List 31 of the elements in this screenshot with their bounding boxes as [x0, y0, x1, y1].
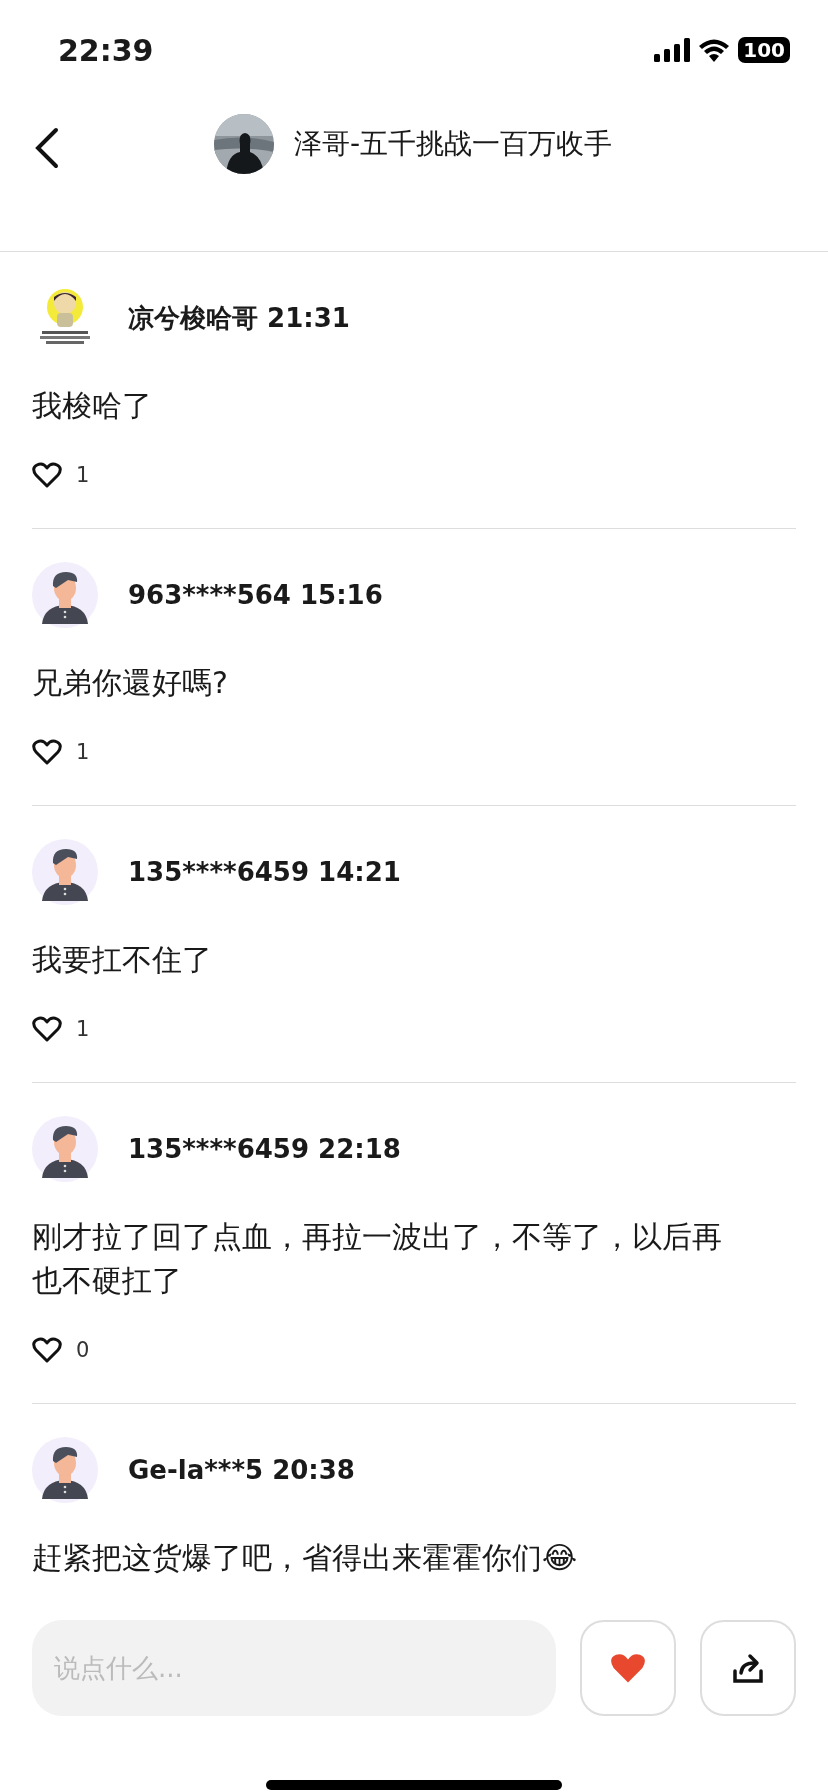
comment-text: 兄弟你還好嗎? [32, 664, 229, 702]
like-button[interactable] [580, 1620, 676, 1716]
avatar-icon [32, 1116, 98, 1182]
comment-text: 赶紧把这货爆了吧，省得出来霍霍你们😂 [32, 1539, 579, 1577]
battery-icon: 100 [738, 37, 790, 63]
like-count: 1 [76, 463, 90, 487]
like-count: 1 [76, 1017, 90, 1041]
comment-author: 135****6459 14:21 [128, 857, 401, 887]
page-title: 泽哥-五千挑战一百万收手 [294, 126, 613, 162]
share-button[interactable] [700, 1620, 796, 1716]
comment-author: Ge-la***5 20:38 [128, 1455, 355, 1485]
like-count: 0 [76, 1338, 90, 1362]
comment-text: 我要扛不住了 [32, 941, 213, 979]
comment-author: 凉兮梭哈哥 21:31 [128, 301, 350, 335]
comment-author: 135****6459 22:18 [128, 1134, 401, 1164]
avatar-icon [32, 1437, 98, 1503]
signal-icon [654, 38, 691, 62]
heart-icon[interactable] [32, 1016, 62, 1042]
comment-text: 刚才拉了回了点血，再拉一波出了，不等了，以后再也不硬扛了 [32, 1218, 723, 1300]
comment-text: 我梭哈了 [32, 387, 153, 425]
comment-author: 963****564 15:16 [128, 580, 383, 610]
heart-icon [610, 1652, 646, 1684]
heart-icon[interactable] [32, 739, 62, 765]
avatar-icon [32, 839, 98, 905]
status-time: 22:39 [58, 32, 154, 68]
avatar-icon [32, 562, 98, 628]
heart-icon[interactable] [32, 1337, 62, 1363]
heart-icon[interactable] [32, 462, 62, 488]
wifi-icon [698, 38, 731, 62]
like-count: 1 [76, 740, 90, 764]
share-icon [732, 1651, 764, 1685]
